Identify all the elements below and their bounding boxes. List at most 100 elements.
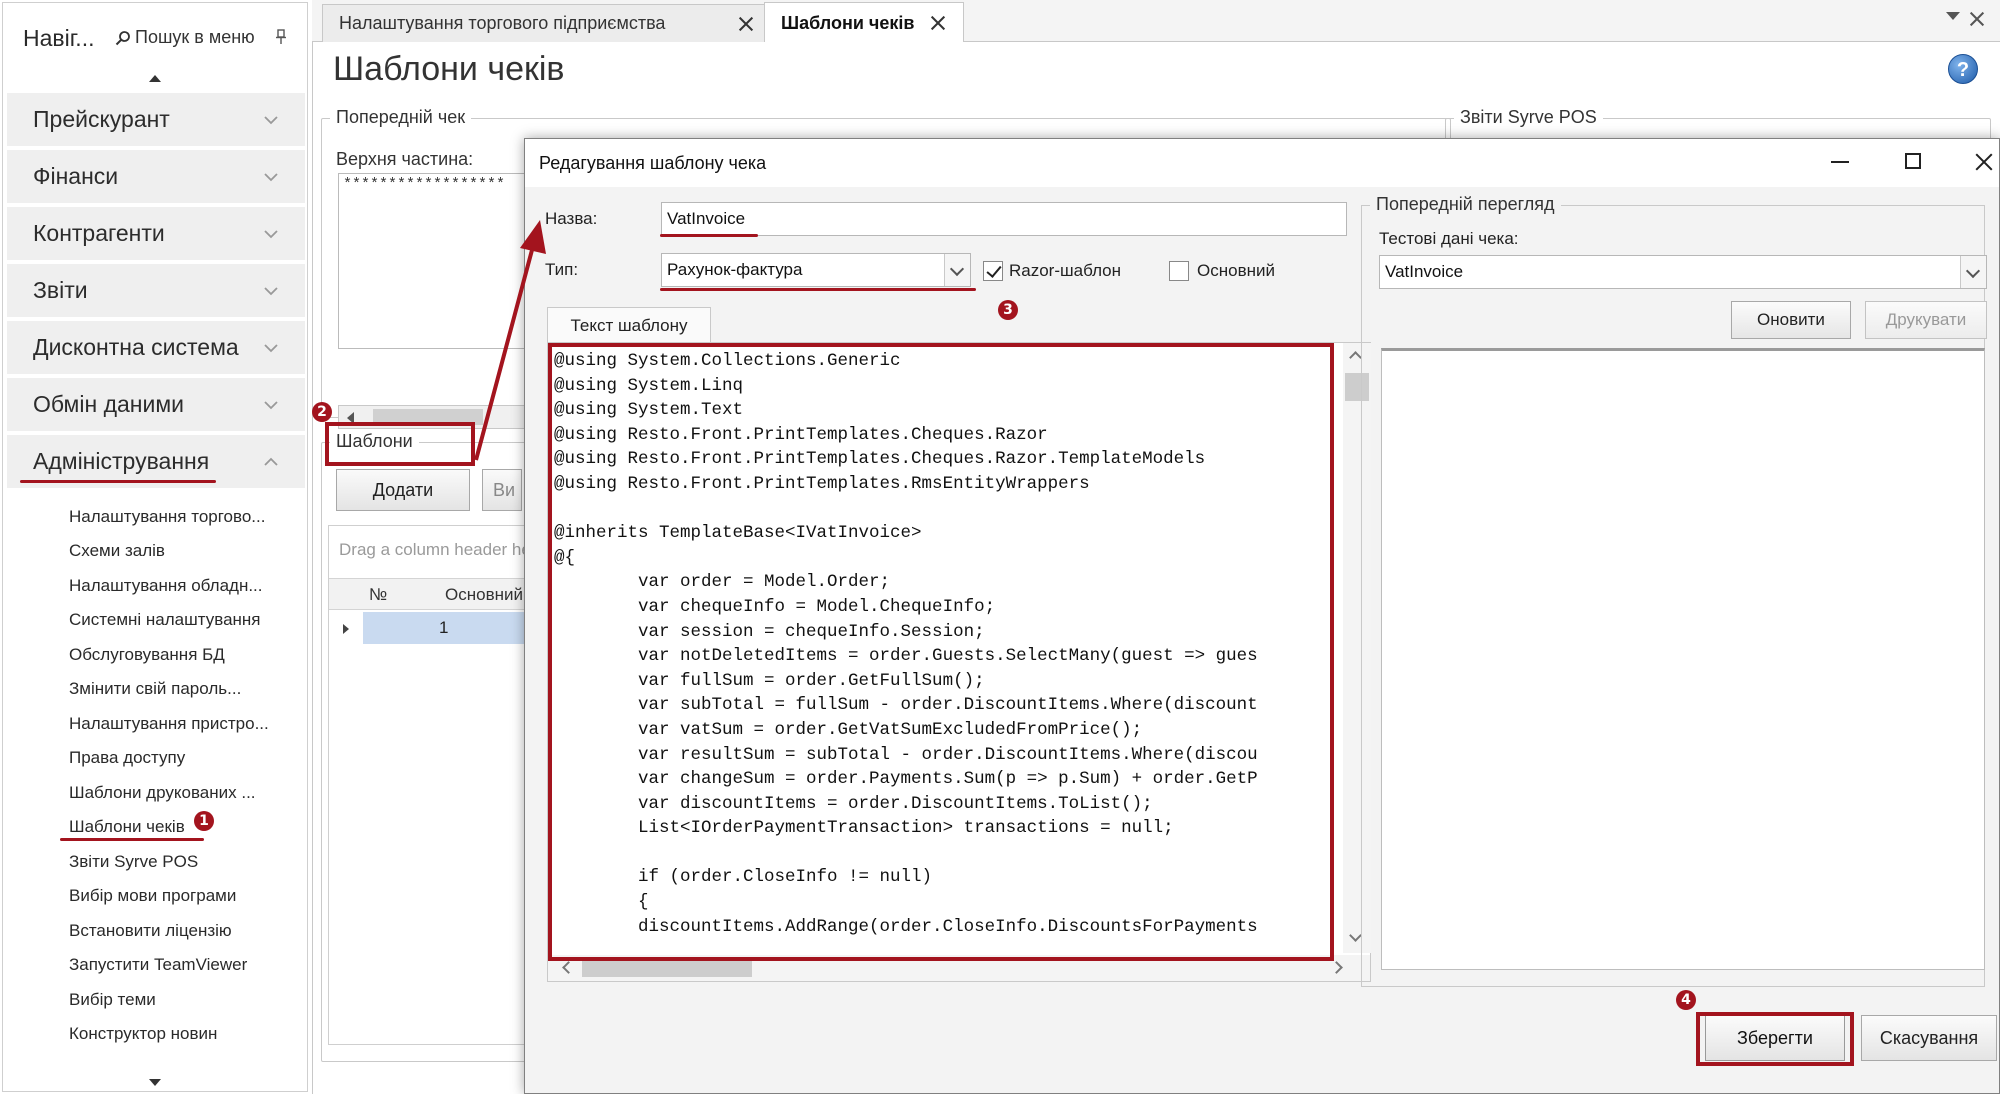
column-header-number[interactable]: № <box>369 585 387 605</box>
preview-area <box>1381 348 1985 970</box>
close-icon[interactable] <box>1973 151 1995 173</box>
sidebar-item-syrve-pos-reports[interactable]: Звіти Syrve POS <box>69 852 198 872</box>
sidebar-item-print-templates[interactable]: Шаблони друкованих ... <box>69 783 256 803</box>
top-part-label: Верхня частина: <box>336 149 474 169</box>
top-part-textarea[interactable]: ****************** <box>338 173 538 349</box>
refresh-button[interactable]: Оновити <box>1731 301 1851 339</box>
step-badge-2: 2 <box>312 402 332 422</box>
sidebar-group-label: Прейскурант <box>33 106 170 132</box>
arrow-right-icon[interactable] <box>1330 961 1343 974</box>
tab-list-dropdown-icon[interactable] <box>1946 12 1960 20</box>
sidebar-item-install-license[interactable]: Встановити ліцензію <box>69 921 232 941</box>
sidebar-group-label: Фінанси <box>33 163 119 189</box>
group-legend: Звіти Syrve POS <box>1454 107 1603 128</box>
sidebar-item-enterprise-settings[interactable]: Налаштування торгово... <box>69 507 265 527</box>
dialog-titlebar[interactable]: Редагування шаблону чека <box>525 139 1999 187</box>
sidebar-item-language[interactable]: Вибір мови програми <box>69 886 236 906</box>
test-data-value: VatInvoice <box>1385 262 1464 281</box>
sidebar-item-news-constructor[interactable]: Конструктор новин <box>69 1024 217 1044</box>
highlight-code-editor <box>548 343 1334 961</box>
sidebar-group-contractors[interactable]: Контрагенти <box>7 207 305 262</box>
underline-cheque-templates <box>60 838 204 841</box>
pin-icon[interactable] <box>275 29 287 50</box>
sidebar-item-theme[interactable]: Вибір теми <box>69 990 156 1010</box>
search-icon <box>115 30 130 45</box>
tab-template-text[interactable]: Текст шаблону <box>547 307 711 343</box>
sidebar-header: Навіг... Пошук в меню <box>3 3 307 73</box>
step-badge-4: 4 <box>1676 990 1696 1010</box>
close-icon[interactable] <box>927 12 949 34</box>
tab-cheque-templates[interactable]: Шаблони чеків <box>764 2 964 43</box>
secondary-template-button[interactable]: Ви <box>482 469 522 511</box>
help-icon[interactable]: ? <box>1948 54 1978 84</box>
group-legend: Попередній чек <box>330 107 472 128</box>
type-select-value: Рахунок-фактура <box>667 260 803 279</box>
sidebar-group-price-list[interactable]: Прейскурант <box>7 93 305 148</box>
close-icon[interactable] <box>735 13 757 35</box>
sidebar-group-label: Адміністрування <box>33 448 210 474</box>
row-number: 1 <box>439 618 449 637</box>
test-data-label: Тестові дані чека: <box>1379 229 1519 248</box>
sidebar-group-reports[interactable]: Звіти <box>7 264 305 319</box>
maximize-icon[interactable] <box>1905 153 1921 169</box>
chevron-down-icon <box>264 115 278 124</box>
underline-type <box>660 288 976 291</box>
tab-enterprise-settings[interactable]: Налаштування торгового підприємства <box>322 4 772 42</box>
step-badge-3: 3 <box>998 300 1018 320</box>
scroll-up-icon[interactable] <box>149 75 161 82</box>
main-template-label: Основний <box>1197 261 1275 280</box>
sidebar-item-device-settings[interactable]: Налаштування пристро... <box>69 714 269 734</box>
scroll-down-icon[interactable] <box>149 1079 161 1086</box>
highlight-add-button <box>325 422 475 466</box>
sidebar-group-finance[interactable]: Фінанси <box>7 150 305 205</box>
sidebar-item-system-settings[interactable]: Системні налаштування <box>69 610 261 630</box>
razor-template-label: Razor-шаблон <box>1009 261 1122 280</box>
arrow-up-icon[interactable] <box>1349 351 1362 364</box>
group-legend: Попередній перегляд <box>1370 194 1561 215</box>
chevron-down-icon[interactable] <box>1960 256 1986 288</box>
arrow-down-icon[interactable] <box>1349 929 1362 942</box>
menu-search-button[interactable]: Пошук в меню <box>115 27 255 48</box>
tab-label: Шаблони чеків <box>781 12 915 33</box>
sidebar-group-discount-system[interactable]: Дисконтна система <box>7 321 305 376</box>
sidebar-group-label: Контрагенти <box>33 220 165 246</box>
razor-template-checkbox[interactable] <box>983 261 1003 281</box>
print-button[interactable]: Друкувати <box>1865 301 1987 339</box>
row-indicator-icon <box>343 624 349 634</box>
close-all-icon[interactable] <box>1966 8 1988 30</box>
page-title: Шаблони чеків <box>333 50 565 88</box>
test-data-select[interactable]: VatInvoice <box>1379 255 1987 289</box>
chevron-down-icon <box>264 343 278 352</box>
navigation-sidebar: Навіг... Пошук в меню Прейскурант Фінанс… <box>2 2 308 1092</box>
cancel-button[interactable]: Скасування <box>1861 1015 1997 1061</box>
menu-search-label: Пошук в меню <box>135 27 255 47</box>
underline-administration <box>20 480 216 483</box>
main-template-checkbox[interactable] <box>1169 261 1189 281</box>
sidebar-item-equipment-settings[interactable]: Налаштування обладн... <box>69 576 263 596</box>
sidebar-group-label: Дисконтна система <box>33 334 239 360</box>
highlight-save-button <box>1696 1012 1854 1066</box>
sidebar-item-cheque-templates[interactable]: Шаблони чеків <box>69 817 185 837</box>
type-label: Тип: <box>545 260 579 279</box>
add-template-button[interactable]: Додати <box>336 469 470 511</box>
chevron-down-icon <box>264 286 278 295</box>
minimize-icon[interactable] <box>1831 161 1849 163</box>
type-select[interactable]: Рахунок-фактура <box>661 253 971 287</box>
scroll-thumb[interactable] <box>582 959 752 977</box>
group-panel-hint: Drag a column header he <box>339 540 531 559</box>
chevron-up-icon <box>264 457 278 466</box>
sidebar-item-db-maintenance[interactable]: Обслуговування БД <box>69 645 225 665</box>
sidebar-group-data-exchange[interactable]: Обмін даними <box>7 378 305 433</box>
sidebar-item-hall-schemes[interactable]: Схеми залів <box>69 541 165 561</box>
step-badge-1: 1 <box>194 811 214 831</box>
name-input[interactable]: VatInvoice <box>661 202 1347 236</box>
sidebar-item-teamviewer[interactable]: Запустити TeamViewer <box>69 955 247 975</box>
name-label: Назва: <box>545 209 598 228</box>
sidebar-title: Навіг... <box>23 25 95 51</box>
sidebar-item-access-rights[interactable]: Права доступу <box>69 748 185 768</box>
arrow-left-icon[interactable] <box>562 961 575 974</box>
column-header-main[interactable]: Основний <box>445 585 523 605</box>
sidebar-item-change-password[interactable]: Змінити свій пароль... <box>69 679 241 699</box>
chevron-down-icon[interactable] <box>944 254 970 286</box>
sidebar-group-label: Звіти <box>33 277 88 303</box>
